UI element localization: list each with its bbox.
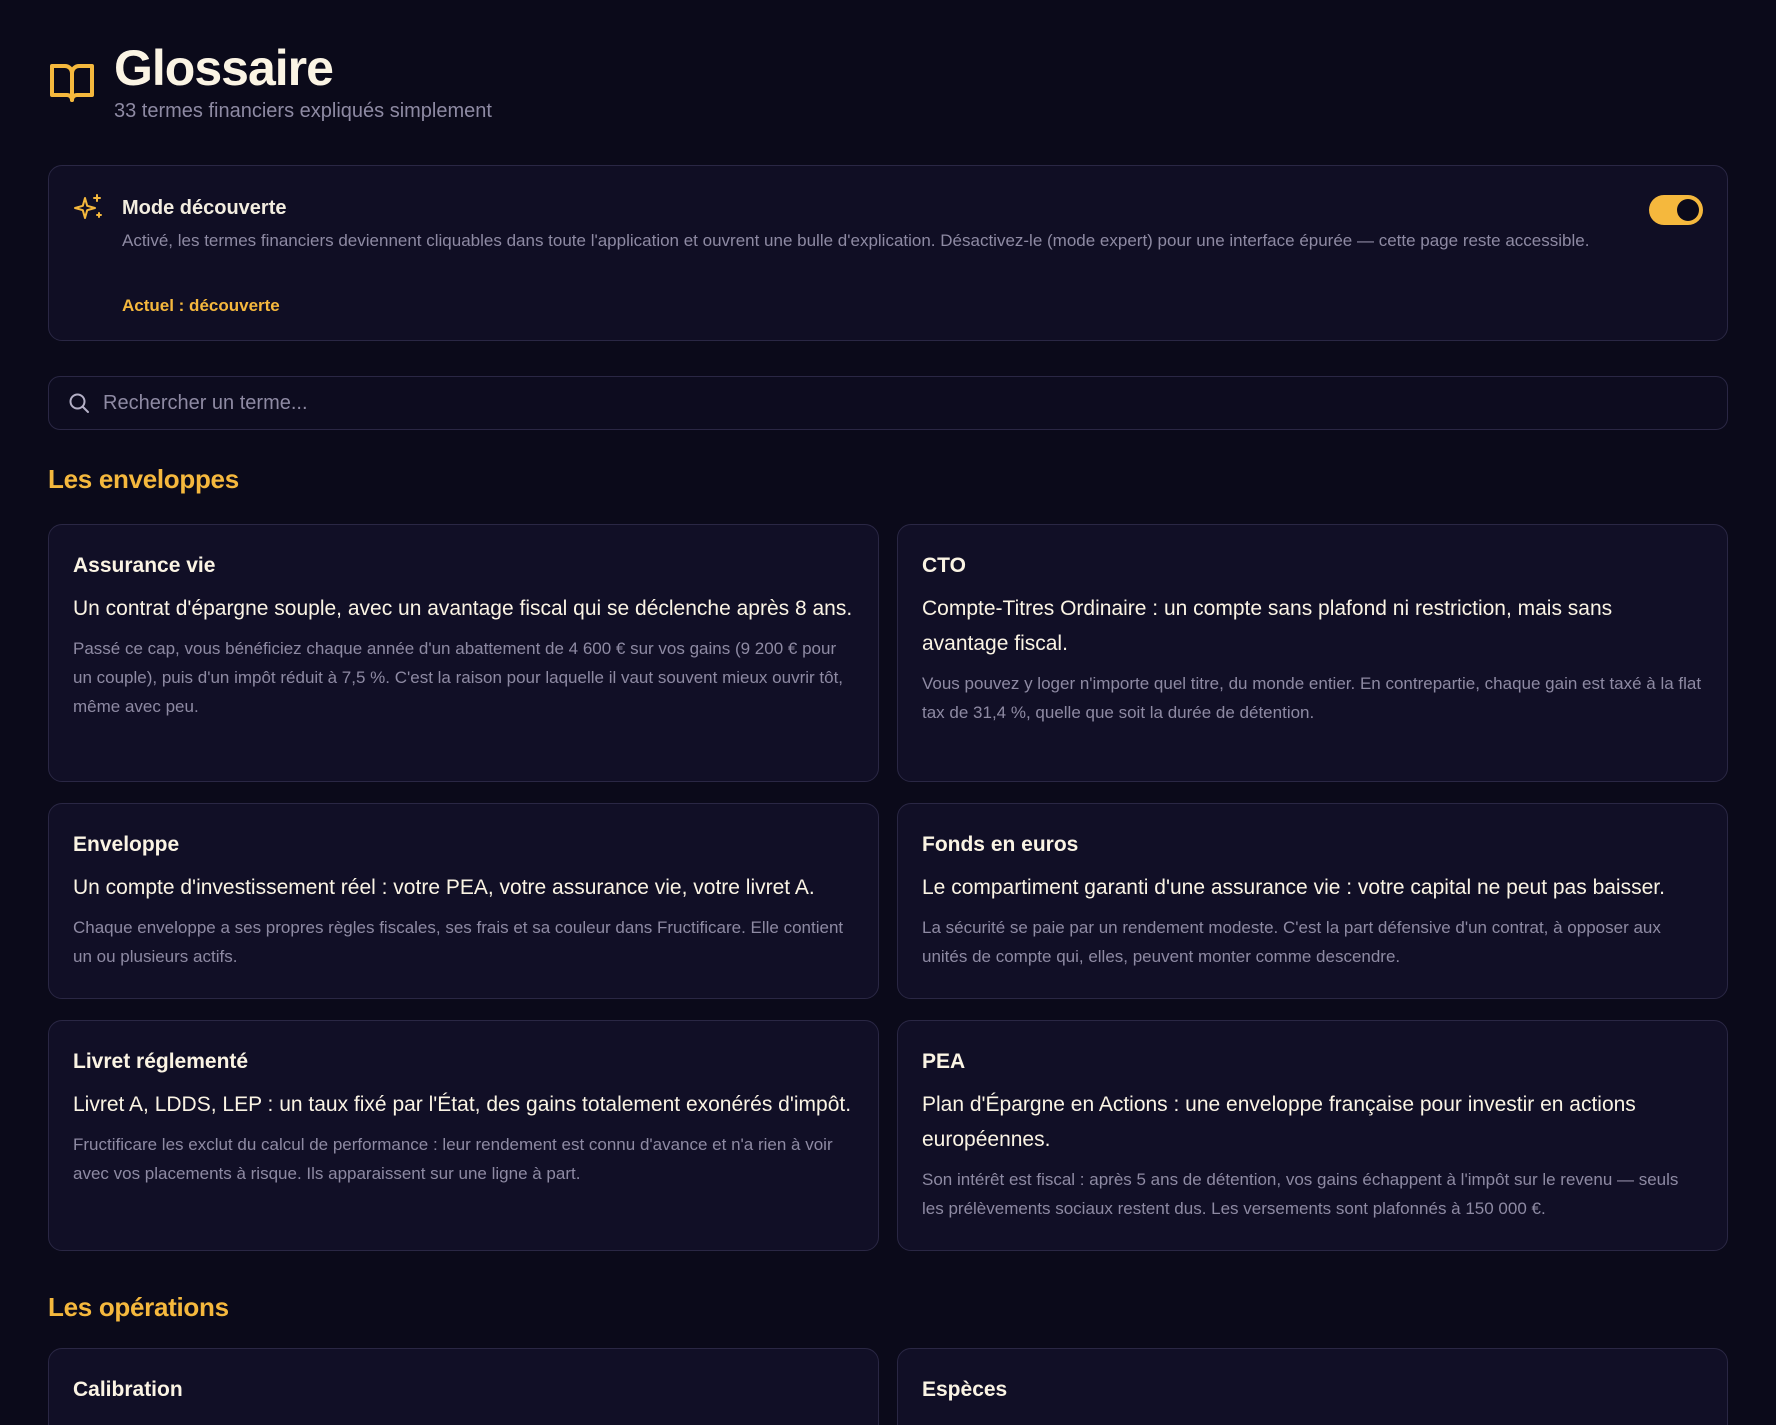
card-body: Passé ce cap, vous bénéficiez chaque ann… (73, 639, 844, 716)
mode-title: Mode découverte (122, 197, 287, 219)
search-input[interactable] (103, 377, 1727, 429)
card-title: Espèces (922, 1378, 1008, 1401)
glossary-card-enveloppe[interactable]: Enveloppe Un compte d'investissement rée… (48, 803, 879, 999)
card-body: Fructificare les exclut du calcul de per… (73, 1135, 833, 1183)
card-body: La sécurité se paie par un rendement mod… (922, 918, 1661, 966)
search-bar (48, 376, 1728, 430)
discovery-mode-toggle[interactable] (1649, 195, 1703, 225)
glossary-card-pea[interactable]: PEA Plan d'Épargne en Actions : une enve… (897, 1020, 1728, 1251)
glossary-card-assurance-vie[interactable]: Assurance vie Un contrat d'épargne soupl… (48, 524, 879, 782)
glossary-card-cto[interactable]: CTO Compte-Titres Ordinaire : un compte … (897, 524, 1728, 782)
glossary-card-especes[interactable]: Espèces (897, 1348, 1728, 1425)
card-body: Son intérêt est fiscal : après 5 ans de … (922, 1170, 1679, 1218)
sparkles-icon (74, 194, 102, 219)
card-lead: Plan d'Épargne en Actions : une envelopp… (922, 1093, 1636, 1151)
card-title: Enveloppe (73, 833, 180, 856)
card-title: CTO (922, 554, 966, 577)
card-title: Calibration (73, 1378, 183, 1401)
card-body: Vous pouvez y loger n'importe quel titre… (922, 674, 1702, 722)
title-block: Glossaire 33 termes financiers expliqués… (114, 40, 492, 123)
mode-current-status: Actuel : découverte (122, 296, 280, 315)
card-lead: Le compartiment garanti d'une assurance … (922, 876, 1665, 899)
card-title: PEA (922, 1050, 966, 1073)
card-lead: Un compte d'investissement réel : votre … (73, 876, 815, 899)
glossary-card-calibration[interactable]: Calibration (48, 1348, 879, 1425)
card-title: Livret réglementé (73, 1050, 249, 1073)
glossary-card-fonds-en-euros[interactable]: Fonds en euros Le compartiment garanti d… (897, 803, 1728, 999)
page-header: Glossaire 33 termes financiers expliqués… (48, 40, 492, 123)
page-subtitle: 33 termes financiers expliqués simplemen… (114, 100, 492, 122)
book-open-icon (50, 64, 94, 102)
mode-description: Activé, les termes financiers deviennent… (122, 231, 1590, 250)
card-title: Fonds en euros (922, 833, 1079, 856)
page-title: Glossaire (114, 40, 334, 96)
card-lead: Livret A, LDDS, LEP : un taux fixé par l… (73, 1093, 852, 1116)
card-title: Assurance vie (73, 554, 216, 577)
card-lead: Un contrat d'épargne souple, avec un ava… (73, 597, 853, 620)
discovery-mode-card: Mode découverte Activé, les termes finan… (48, 165, 1728, 341)
glossary-card-livret-reglemente[interactable]: Livret réglementé Livret A, LDDS, LEP : … (48, 1020, 879, 1251)
card-lead: Compte-Titres Ordinaire : un compte sans… (922, 597, 1613, 655)
card-body: Chaque enveloppe a ses propres règles fi… (73, 918, 844, 966)
section-title-operations: Les opérations (48, 1292, 229, 1322)
section-title-enveloppes: Les enveloppes (48, 464, 239, 494)
glossary-page: Glossaire 33 termes financiers expliqués… (0, 0, 1776, 1425)
toggle-knob (1677, 199, 1699, 221)
search-icon (69, 393, 89, 413)
